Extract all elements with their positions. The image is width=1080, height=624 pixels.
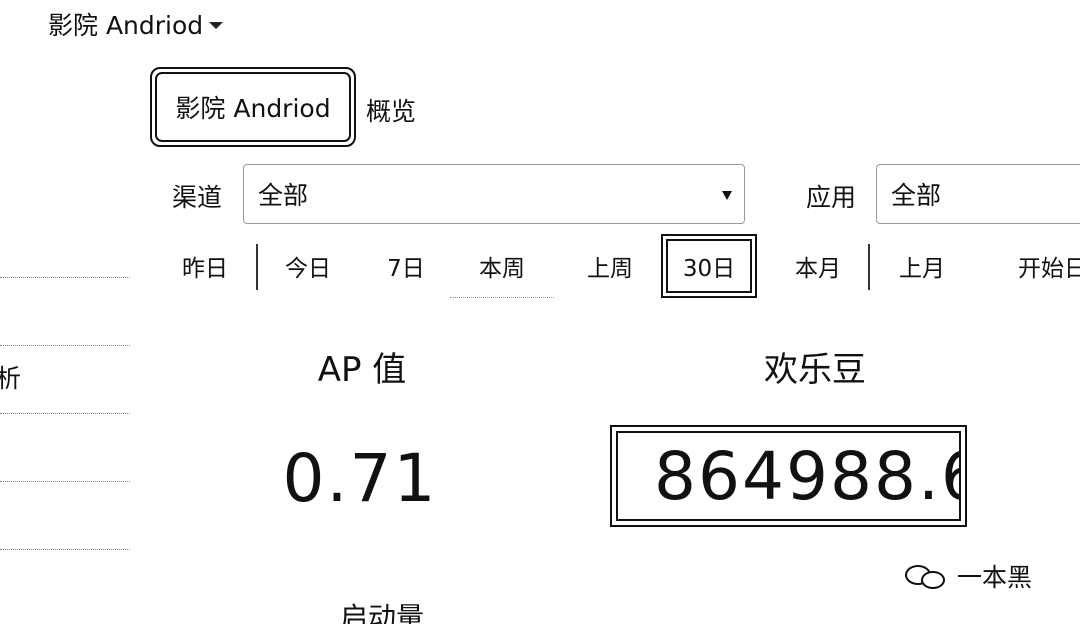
channel-label: 渠道: [172, 183, 223, 212]
wechat-icon: [905, 561, 949, 591]
app-switcher-dropdown[interactable]: 影院 Andriod: [48, 6, 224, 42]
tab-this-week[interactable]: 本周: [450, 234, 554, 298]
app-label: 应用: [806, 183, 857, 212]
page-title: 概览: [366, 97, 417, 126]
ap-metric-title: AP 值: [317, 350, 407, 390]
launch-metric-title: 启动量: [340, 601, 425, 624]
start-date-input[interactable]: 开始日: [1018, 234, 1080, 298]
tab-today[interactable]: 今日: [264, 234, 352, 298]
dashboard-page: 影院 Andriod 析 影院 Andriod 概览 渠道 全部 应用 全部 昨…: [0, 0, 1080, 624]
date-range-tabs: 昨日 今日 7日 本周 上周 30日 本月 上月 开始日: [160, 234, 1080, 298]
app-switcher-label: 影院 Andriod: [48, 11, 204, 40]
app-select-value: 全部: [891, 181, 942, 210]
beans-metric-value-box: 864988.60: [610, 425, 967, 527]
sidebar-item-analysis[interactable]: 析: [0, 346, 130, 414]
app-select-button[interactable]: 影院 Andriod: [150, 67, 356, 147]
tab-last-week[interactable]: 上周: [562, 234, 658, 298]
watermark: 一本黑: [905, 558, 1032, 594]
watermark-text: 一本黑: [957, 563, 1033, 592]
tab-30-days[interactable]: 30日: [661, 234, 757, 298]
beans-metric-value: 864988.60: [654, 437, 959, 515]
sidebar-item[interactable]: [0, 482, 130, 550]
tab-last-month[interactable]: 上月: [876, 234, 968, 298]
channel-select[interactable]: 全部: [243, 164, 745, 224]
tab-divider: [256, 244, 258, 290]
app-select-label: 影院 Andriod: [175, 94, 331, 123]
app-select[interactable]: 全部: [876, 164, 1080, 224]
tab-this-month[interactable]: 本月: [772, 234, 864, 298]
sidebar-item[interactable]: [0, 210, 130, 278]
tab-divider: [868, 244, 870, 290]
tab-7-days[interactable]: 7日: [366, 234, 446, 298]
sidebar-item[interactable]: [0, 414, 130, 482]
sidebar-item[interactable]: [0, 278, 130, 346]
sidebar-item-label: 析: [0, 364, 22, 393]
dropdown-arrow-icon: [722, 191, 732, 200]
beans-metric-title: 欢乐豆: [764, 350, 866, 390]
channel-select-value: 全部: [258, 181, 309, 210]
tab-yesterday[interactable]: 昨日: [160, 234, 250, 298]
chevron-down-icon: [209, 21, 224, 29]
ap-metric-value: 0.71: [282, 440, 438, 517]
